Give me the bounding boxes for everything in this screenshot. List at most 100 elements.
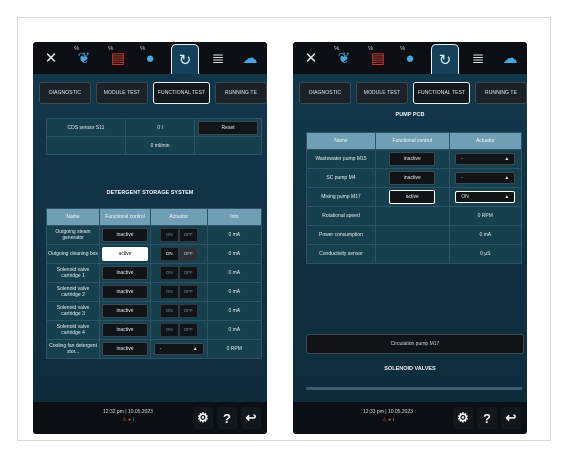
tab-module-test[interactable]: MODULE TEST (356, 82, 408, 104)
sensor-value: 0 l (124, 118, 196, 137)
col-actuator: Actuator (448, 132, 523, 150)
tab-bar: DIAGNOSTIC MODULE TEST FUNCTIONAL TEST R… (39, 82, 267, 104)
left-screen: ✕ ℅ ❦ ℅ ▤ ℅ ● ↻ ≣ ☁ DIAGNOSTIC MODULE TEST … (33, 42, 267, 434)
error-icon: ● (388, 417, 392, 423)
table-row: Solenoid valve cartridge 2 inactive ON OF… (45, 282, 263, 302)
top-toolbar: ✕ ℅ ❦ ℅ ▤ ℅ ● ↻ ≣ ☁ (33, 42, 267, 75)
water-drop-icon[interactable]: ℅ ● (397, 46, 423, 70)
tab-running-test[interactable]: RUNNING TE (475, 82, 527, 104)
control-button[interactable]: inactive (102, 228, 148, 242)
list-icon[interactable]: ≣ (465, 46, 491, 70)
wrench-screwdriver-icon[interactable]: ✕ (298, 46, 324, 70)
on-button[interactable]: ON (159, 323, 179, 337)
control-button[interactable]: inactive (102, 266, 148, 280)
cleaning-cycle-icon[interactable]: ↻ (431, 44, 459, 75)
detergent-icon[interactable]: ℅ ▤ (365, 46, 391, 70)
control-button[interactable]: active (102, 247, 148, 261)
right-screen: ✕ ℅ ❦ ℅ ▤ ℅ ● ↻ ≣ ☁ DIAGNOSTIC MODULE TEST … (293, 42, 527, 434)
reading-row: Power consumption 0 mA (306, 225, 523, 245)
sensor-table: CDS sensor S11 0 l Reset 0 ml/min (46, 118, 262, 155)
settings-gears-icon[interactable]: ⚙ (193, 407, 213, 429)
actuator-dropdown[interactable]: - ▲ (455, 172, 516, 184)
on-button[interactable]: ON (159, 304, 179, 318)
pump-table: Name Functional control Actuator Wastewa… (306, 132, 523, 264)
dishes-icon[interactable]: ☁ (497, 46, 523, 70)
triangle-up-icon: ▲ (504, 175, 510, 181)
control-button[interactable]: inactive (102, 342, 148, 356)
dishes-icon[interactable]: ☁ (237, 46, 263, 70)
off-button[interactable]: OFF (178, 228, 198, 242)
circulation-pump-button[interactable]: Circulation pump M17 (306, 334, 524, 354)
table-row: Outgoing steam generator inactive ON OFF … (45, 225, 263, 245)
main-content: DIAGNOSTIC MODULE TEST FUNCTIONAL TEST R… (33, 74, 267, 402)
tab-module-test[interactable]: MODULE TEST (96, 82, 148, 104)
table-row: Solenoid valve cartridge 4 inactive ON OF… (45, 320, 263, 340)
divider (306, 387, 522, 390)
list-icon[interactable]: ≣ (205, 46, 231, 70)
col-functional-control: Functional control (374, 132, 450, 150)
warning-icon: ⚠ (382, 417, 387, 423)
off-button[interactable]: OFF (178, 266, 198, 280)
on-button[interactable]: ON (159, 285, 179, 299)
off-button[interactable]: OFF (178, 304, 198, 318)
settings-gears-icon[interactable]: ⚙ (453, 407, 473, 429)
section-title: PUMP PCB (395, 112, 425, 118)
actuator-dropdown[interactable]: - ▲ (455, 153, 516, 165)
info-icon: ⅰ (392, 417, 394, 423)
help-icon[interactable]: ? (477, 407, 497, 429)
sensor-name: CDS sensor S11 (46, 118, 126, 137)
on-button[interactable]: ON (159, 247, 179, 261)
table-row: Solenoid valve cartridge 1 inactive ON OF… (45, 263, 263, 283)
actuator-dropdown[interactable]: - ▲ (153, 343, 204, 355)
col-actuator: Actuator (149, 208, 208, 226)
control-button[interactable]: inactive (102, 304, 148, 318)
detergent-icon[interactable]: ℅ ▤ (105, 46, 131, 70)
warning-icon: ⚠ (122, 417, 127, 423)
table-row: Mixing pump M17 active ON ▲ (306, 187, 523, 207)
control-button[interactable]: inactive (389, 171, 436, 185)
reading-row: Rotational speed 0 RPM (306, 206, 523, 226)
tab-bar: DIAGNOSTIC MODULE TEST FUNCTIONAL TEST R… (299, 82, 527, 104)
section-title: DETERGENT STORAGE SYSTEM (106, 190, 194, 196)
actuator-dropdown[interactable]: ON ▲ (455, 191, 516, 203)
off-button[interactable]: OFF (178, 285, 198, 299)
tap-water-icon[interactable]: ℅ ❦ (71, 46, 97, 70)
col-name: Name (306, 132, 376, 150)
control-button[interactable]: inactive (389, 152, 436, 166)
reset-button[interactable]: Reset (198, 120, 259, 135)
wrench-screwdriver-icon[interactable]: ✕ (38, 46, 64, 70)
col-info: Info (206, 208, 263, 226)
back-icon[interactable]: ↩ (241, 407, 261, 429)
table-row: Solenoid valve cartridge 3 inactive ON OF… (45, 301, 263, 321)
solenoid-valves-title: SOLENOID VALVES (384, 366, 436, 372)
triangle-up-icon: ▲ (192, 346, 198, 352)
water-drop-icon[interactable]: ℅ ● (137, 46, 163, 70)
off-button[interactable]: OFF (178, 323, 198, 337)
table-row: Cooling fan detergent stor... inactive -… (45, 339, 263, 359)
tab-functional-test[interactable]: FUNCTIONAL TEST (413, 82, 470, 104)
triangle-up-icon: ▲ (504, 156, 510, 162)
col-functional-control: Functional control (99, 208, 151, 226)
detergent-table: Name Functional control Actuator Info Ou… (45, 208, 263, 359)
control-button[interactable]: inactive (102, 285, 148, 299)
off-button[interactable]: OFF (178, 247, 198, 261)
tab-diagnostic[interactable]: DIAGNOSTIC (39, 82, 91, 104)
tab-running-test[interactable]: RUNNING TE (215, 82, 267, 104)
triangle-up-icon: ▲ (504, 194, 510, 200)
on-button[interactable]: ON (159, 266, 179, 280)
control-button[interactable]: inactive (102, 323, 148, 337)
error-icon: ● (128, 417, 132, 423)
cleaning-cycle-icon[interactable]: ↻ (171, 44, 199, 75)
tab-functional-test[interactable]: FUNCTIONAL TEST (153, 82, 210, 104)
main-content: DIAGNOSTIC MODULE TEST FUNCTIONAL TEST R… (293, 74, 527, 402)
tap-water-icon[interactable]: ℅ ❦ (331, 46, 357, 70)
on-button[interactable]: ON (159, 228, 179, 242)
table-row: Wastewater pump M15 inactive - ▲ (306, 149, 523, 169)
table-row: Outgoing cleaning box active ON OFF 0 mA (45, 244, 263, 264)
reading-row: Conductivity sensor 0 µS (306, 244, 523, 264)
bottom-bar: 12:33 pm | 10.05.2023 ⚠ ● ⅰ ⚙ ? ↩ (293, 402, 527, 434)
back-icon[interactable]: ↩ (501, 407, 521, 429)
tab-diagnostic[interactable]: DIAGNOSTIC (299, 82, 351, 104)
help-icon[interactable]: ? (217, 407, 237, 429)
control-button[interactable]: active (389, 190, 436, 204)
